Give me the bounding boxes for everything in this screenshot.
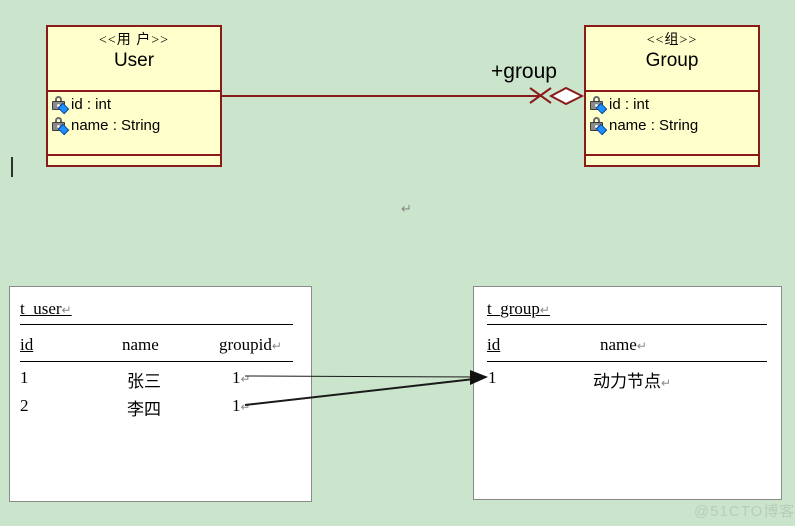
db-table-t-user-title-rule <box>20 324 293 325</box>
uml-attribute-row[interactable]: name : String <box>589 115 758 136</box>
uml-class-user[interactable]: <<用 户>> User id : int name : String <box>46 25 222 167</box>
db-col-header-name: name <box>122 335 159 354</box>
db-cell-id: 2 <box>20 396 29 415</box>
uml-attribute-label: id : int <box>609 96 650 113</box>
uml-class-user-stereotype: <<用 户>> <box>98 33 170 48</box>
association-role-label: +group <box>491 60 557 83</box>
uml-class-user-attributes: id : int name : String <box>48 92 220 156</box>
db-cell-id: 1 <box>20 368 29 387</box>
db-table-t-group-title-rule <box>487 324 767 325</box>
private-lock-icon <box>589 117 608 136</box>
db-col-header-name: name↵ <box>600 335 647 354</box>
text-caret <box>11 157 13 177</box>
uml-class-group-attributes: id : int name : String <box>586 92 758 156</box>
db-cell-id: 1 <box>488 368 497 387</box>
db-cell-name: 动力节点↵ <box>593 372 672 391</box>
db-cell-groupid: 1↵ <box>232 396 251 415</box>
db-cell-name: 李四 <box>127 400 161 419</box>
db-cell-name: 张三 <box>127 372 161 391</box>
uml-class-group-stereotype: <<组>> <box>646 33 698 48</box>
db-table-t-user-title: t_user↵ <box>20 299 72 318</box>
private-lock-icon <box>51 117 70 136</box>
private-lock-icon <box>589 96 608 115</box>
db-table-t-user-header-rule <box>20 361 293 362</box>
aggregation-diamond-icon <box>548 86 585 106</box>
uml-attribute-row[interactable]: id : int <box>589 94 758 115</box>
uml-class-group-header: <<组>> Group <box>586 27 758 92</box>
uml-attribute-label: name : String <box>71 117 161 134</box>
watermark: @51CTO博客 <box>694 503 795 520</box>
stray-paragraph-mark: ↵ <box>401 201 412 216</box>
association-cross-lower <box>529 87 552 104</box>
private-lock-icon <box>51 96 70 115</box>
uml-class-user-operations <box>48 156 220 176</box>
db-col-header-groupid: groupid↵ <box>219 335 282 354</box>
diagram-canvas: <<用 户>> User id : int name : String <<组>… <box>0 0 795 526</box>
uml-attribute-label: id : int <box>71 96 112 113</box>
db-table-t-group-title: t_group↵ <box>487 299 550 318</box>
uml-class-group-operations <box>586 156 758 176</box>
uml-attribute-label: name : String <box>609 117 699 134</box>
db-cell-groupid: 1↵ <box>232 368 251 387</box>
uml-attribute-row[interactable]: name : String <box>51 115 220 136</box>
db-col-header-id: id <box>20 335 34 354</box>
uml-attribute-row[interactable]: id : int <box>51 94 220 115</box>
uml-class-group[interactable]: <<组>> Group id : int name : String <box>584 25 760 167</box>
db-col-header-id: id <box>487 335 501 354</box>
uml-class-group-name: Group <box>645 50 699 71</box>
association-cross-upper <box>529 87 552 104</box>
uml-class-user-name: User <box>113 50 155 71</box>
db-table-t-group-header-rule <box>487 361 767 362</box>
uml-class-user-header: <<用 户>> User <box>48 27 220 92</box>
